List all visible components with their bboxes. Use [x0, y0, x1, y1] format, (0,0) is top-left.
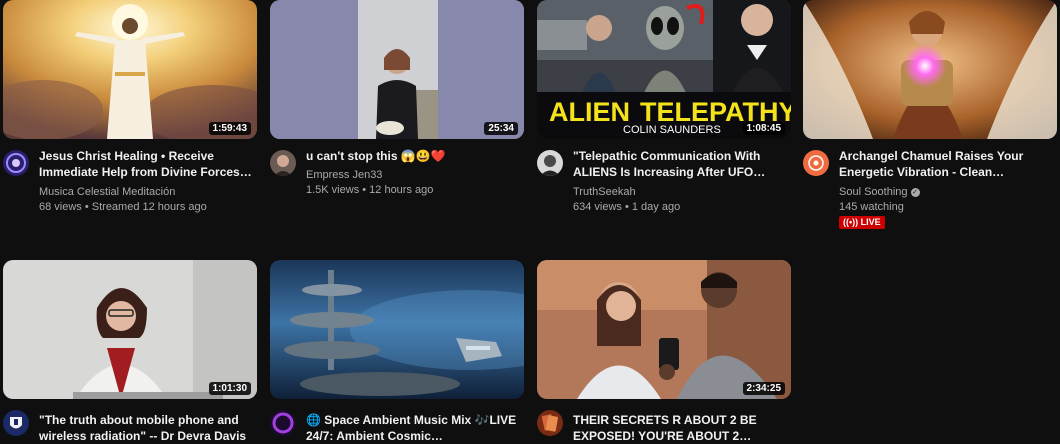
video-duration: 2:34:25 — [742, 382, 785, 395]
channel-name[interactable]: Empress Jen33 — [306, 168, 522, 182]
channel-name[interactable]: Soul Soothing ✓ — [839, 185, 1055, 199]
video-title[interactable]: "The truth about mobile phone and wirele… — [39, 412, 255, 444]
video-thumbnail[interactable]: 2:34:25 — [537, 260, 791, 399]
channel-avatar[interactable] — [270, 410, 296, 436]
video-duration: 1:59:43 — [208, 122, 251, 135]
video-thumbnail[interactable] — [803, 0, 1057, 139]
flower-avatar-icon — [803, 150, 829, 176]
video-meta: 634 views • 1 day ago — [573, 201, 681, 213]
channel-name[interactable]: TruthSeekah — [573, 185, 789, 199]
channel-avatar[interactable] — [3, 150, 29, 176]
verified-icon: ✓ — [910, 187, 920, 197]
video-thumbnail[interactable]: 25:34 — [270, 0, 524, 139]
channel-name[interactable]: Musica Celestial Meditación — [39, 185, 255, 199]
channel-avatar[interactable] — [537, 410, 563, 436]
video-title[interactable]: "Telepathic Communication With ALIENS Is… — [573, 148, 789, 180]
purple-ring-avatar-icon — [270, 410, 296, 436]
channel-avatar[interactable] — [3, 410, 29, 436]
tarot-avatar-icon — [537, 410, 563, 436]
channel-avatar[interactable] — [803, 150, 829, 176]
video-thumbnail[interactable] — [270, 260, 524, 399]
video-thumbnail[interactable]: ALIEN TELEPATHY COLIN SAUNDERS 1:08:45 — [537, 0, 791, 139]
video-title[interactable]: Jesus Christ Healing • Receive Immediate… — [39, 148, 255, 180]
live-label: LIVE — [860, 217, 881, 227]
video-title[interactable]: u can't stop this 😱😃❤️ — [306, 148, 522, 164]
video-duration: 25:34 — [484, 122, 518, 135]
channel-avatar[interactable] — [270, 150, 296, 176]
video-title[interactable]: THEIR SECRETS R ABOUT 2 BE EXPOSED! YOU'… — [573, 412, 789, 444]
live-broadcast-icon: ((•)) — [843, 217, 861, 227]
channel-name-text: Soul Soothing — [839, 186, 908, 198]
video-thumbnail[interactable]: 1:59:43 — [3, 0, 257, 139]
live-badge: ((•)) LIVE — [839, 216, 885, 229]
video-meta: 1.5K views • 12 hours ago — [306, 184, 434, 196]
video-title[interactable]: Archangel Chamuel Raises Your Energetic … — [839, 148, 1055, 180]
video-meta: 68 views • Streamed 12 hours ago — [39, 201, 207, 213]
thumb-text-alien: ALIEN — [549, 97, 630, 127]
man-avatar-icon — [537, 150, 563, 176]
woman-avatar-icon — [270, 150, 296, 176]
video-thumbnail[interactable]: 1:01:30 — [3, 260, 257, 399]
university-crest-icon — [3, 410, 29, 436]
mandala-avatar-icon — [3, 150, 29, 176]
video-duration: 1:01:30 — [208, 382, 251, 395]
video-title[interactable]: 🌐 Space Ambient Music Mix 🎶LIVE 24/7: Am… — [306, 412, 522, 444]
video-meta: 145 watching — [839, 201, 904, 213]
video-duration: 1:08:45 — [742, 122, 785, 135]
thumb-text-name: COLIN SAUNDERS — [623, 124, 721, 136]
channel-avatar[interactable] — [537, 150, 563, 176]
